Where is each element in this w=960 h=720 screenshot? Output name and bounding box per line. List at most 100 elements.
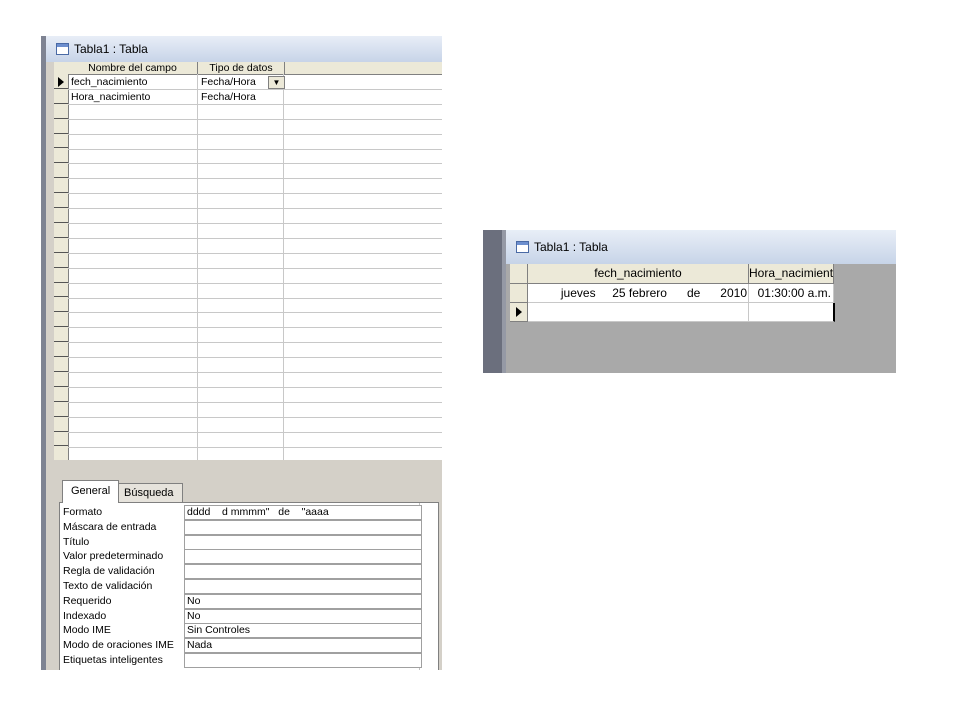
tab-general[interactable]: General [62,480,120,503]
property-row: Regla de validación [60,564,422,580]
row-selector[interactable] [54,149,68,164]
date-cell[interactable]: jueves 25 febrero de 2010 [528,284,749,303]
new-record-cell[interactable] [749,303,835,322]
grid-row-line [68,237,442,239]
grid-column-line [283,74,284,460]
property-value-field[interactable] [184,519,422,535]
data-type-dropdown-button[interactable]: ▼ [268,76,285,89]
row-selector[interactable] [54,402,68,417]
design-window-titlebar[interactable]: Tabla1 : Tabla [46,36,442,62]
property-label: Indexado [63,609,107,622]
property-label: Modo IME [63,624,111,637]
data-type-cell[interactable]: Fecha/Hora [199,90,281,104]
field-name-cell[interactable]: fech_nacimiento [69,75,197,89]
column-header-data-type[interactable]: Tipo de datos [198,62,285,74]
row-selector[interactable] [54,223,68,238]
table-icon [56,43,69,55]
column-header-fech-nacimiento[interactable]: fech_nacimiento [528,264,749,284]
row-selector[interactable] [54,298,68,313]
row-selector[interactable] [54,134,68,149]
new-record-row-selector[interactable] [510,303,528,322]
row-selector[interactable] [54,193,68,209]
datasheet-grid: fech_nacimiento Hora_nacimient jueves 25… [510,264,835,322]
grid-row-line [68,446,442,448]
data-type-cell[interactable]: Fecha/Hora [199,75,267,89]
field-name-cell[interactable]: Hora_nacimiento [69,90,197,104]
new-record-cell[interactable] [528,303,749,322]
property-label: Título [63,535,90,548]
grid-row-line [68,193,442,195]
row-selector[interactable] [54,327,68,343]
column-header-hora-nacimiento[interactable]: Hora_nacimient [749,264,834,284]
grid-row-line [68,327,442,329]
grid-row-line [68,312,442,314]
property-row: Indexado No [60,608,422,624]
time-cell[interactable]: 01:30:00 a.m. [749,284,834,303]
design-window-title: Tabla1 : Tabla [74,42,148,56]
grid-row-line [68,342,442,344]
datasheet-body: fech_nacimiento Hora_nacimient jueves 25… [506,264,896,373]
row-selector[interactable] [54,312,68,328]
row-selector[interactable] [510,284,528,303]
row-selector[interactable] [54,342,68,358]
column-header-field-name[interactable]: Nombre del campo [68,62,198,74]
property-value-field[interactable] [184,579,422,594]
property-label: Máscara de entrada [63,520,157,533]
property-row: Modo de oraciones IME Nada [60,638,422,654]
property-row: Etiquetas inteligentes [60,653,422,668]
row-selector[interactable] [54,208,68,223]
row-selector[interactable] [54,387,68,402]
property-value-field[interactable]: Nada [184,638,422,654]
row-selector[interactable] [54,163,68,179]
property-value-field[interactable]: No [184,608,422,624]
row-selector[interactable] [54,238,68,253]
grid-header: Nombre del campo Tipo de datos [54,62,442,75]
grid-column-line [197,74,198,460]
property-value-field[interactable]: dddd d mmmm" de "aaaa [184,505,422,520]
datasheet-window-titlebar[interactable]: Tabla1 : Tabla [506,230,896,264]
grid-row-line [68,223,442,224]
grid-row-line [68,282,442,284]
property-value-field[interactable] [184,534,422,550]
row-selector[interactable] [54,104,68,119]
property-value-field[interactable]: No [184,593,422,609]
tab-busqueda[interactable]: Búsqueda [115,483,183,502]
property-label: Modo de oraciones IME [63,639,174,652]
property-value-field[interactable] [184,653,422,668]
property-row: Texto de validación [60,579,422,594]
row-selector-column [54,74,69,477]
property-value-field[interactable] [184,549,422,565]
property-row: Máscara de entrada [60,519,422,535]
property-label: Formato [63,506,103,518]
property-value-field[interactable] [184,564,422,580]
row-selector[interactable] [54,178,68,194]
grid-row-line [68,267,442,269]
row-selector[interactable] [54,283,68,298]
property-row: Formato dddd d mmmm" de "aaaa [60,505,422,520]
property-label: Etiquetas inteligentes [63,654,163,666]
row-selector[interactable] [54,357,68,372]
grid-row-line [68,133,442,135]
row-selector[interactable] [54,253,68,268]
row-selector[interactable] [54,417,68,432]
row-selector[interactable] [54,119,68,134]
row-selector[interactable] [54,372,68,387]
property-value-field[interactable]: Sin Controles [184,623,422,639]
grid-row-line [68,252,442,254]
grid-row-line [68,163,442,165]
grid-row-line [68,118,442,120]
property-label: Regla de validación [63,565,155,578]
grid-row-line [68,386,442,388]
select-all-corner[interactable] [510,264,528,284]
grid-row-line [68,431,442,433]
property-row: Valor predeterminado [60,549,422,565]
row-selector[interactable] [54,89,68,104]
grid-row-line [68,372,442,373]
table-icon [516,241,529,253]
general-properties-panel: Formato dddd d mmmm" de "aaaa Máscara de e… [59,502,439,670]
row-selector[interactable] [54,268,68,283]
field-design-grid: Nombre del campo Tipo de datos fech_naci… [54,62,442,478]
grid-row-line [68,178,442,180]
row-selector[interactable] [54,432,68,447]
table-design-window: Tabla1 : Tabla Nombre del campo Tipo de … [41,36,442,670]
